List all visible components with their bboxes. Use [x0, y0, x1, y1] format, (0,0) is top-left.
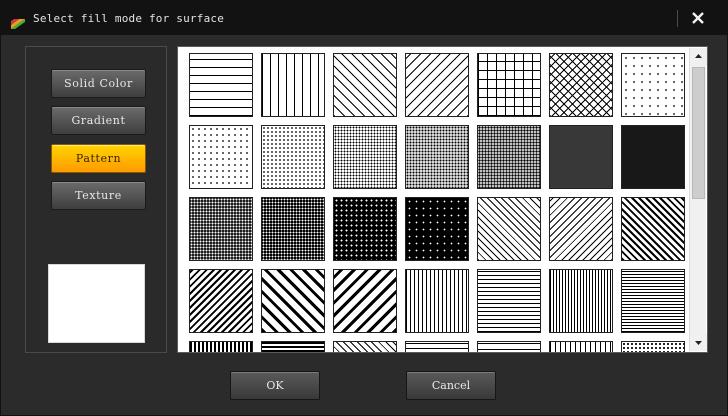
arrow-down-icon	[695, 341, 702, 345]
pattern-swatch-large-grid[interactable]	[477, 53, 541, 117]
pattern-swatch-narrow-horizontal[interactable]	[621, 269, 685, 333]
title-bar[interactable]: Select fill mode for surface	[1, 1, 728, 35]
pattern-swatch-light-vertical[interactable]	[405, 269, 469, 333]
pattern-swatch-percent-30[interactable]	[405, 125, 469, 189]
pattern-swatch-light-upward-diagonal[interactable]	[549, 197, 613, 261]
pattern-swatch-percent-90[interactable]	[405, 197, 469, 261]
pattern-swatch-percent-70[interactable]	[189, 197, 253, 261]
window-title: Select fill mode for surface	[33, 12, 225, 25]
pattern-swatch-light-downward-diagonal[interactable]	[477, 197, 541, 261]
texture-button[interactable]: Texture	[51, 181, 146, 210]
pattern-swatch-dashed-upward-diagonal[interactable]	[405, 341, 469, 352]
pattern-swatch-percent-25[interactable]	[333, 125, 397, 189]
gradient-button[interactable]: Gradient	[51, 106, 146, 135]
fill-mode-dialog: Select fill mode for surface Solid Color…	[0, 0, 728, 416]
cancel-button[interactable]: Cancel	[406, 371, 496, 400]
ok-button[interactable]: OK	[230, 371, 320, 400]
pattern-swatch-light-horizontal[interactable]	[477, 269, 541, 333]
pattern-swatch-percent-50[interactable]	[549, 125, 613, 189]
pattern-swatch-dark-vertical[interactable]	[189, 341, 253, 352]
scroll-down-button[interactable]	[690, 334, 707, 351]
pattern-swatch-wide-downward-diagonal[interactable]	[333, 53, 397, 117]
pattern-swatch-percent-10[interactable]	[189, 125, 253, 189]
pattern-button[interactable]: Pattern	[51, 144, 146, 173]
pattern-swatch-wide-upward-diagonal[interactable]	[405, 53, 469, 117]
arrow-up-icon	[695, 54, 702, 58]
fill-mode-panel: Solid Color Gradient Pattern Texture	[25, 46, 167, 353]
vertical-scrollbar[interactable]	[689, 48, 707, 351]
scrollbar-thumb[interactable]	[692, 67, 705, 199]
pattern-swatch-wide-downward-diagonal-bold[interactable]	[261, 269, 325, 333]
fill-preview	[48, 264, 145, 343]
pattern-swatch-dashed-horizontal[interactable]	[477, 341, 541, 352]
scroll-up-button[interactable]	[690, 48, 707, 65]
pattern-swatch-narrow-vertical[interactable]	[549, 269, 613, 333]
pattern-swatch-dashed-downward-diagonal[interactable]	[333, 341, 397, 352]
palette-icon	[11, 14, 25, 29]
pattern-swatch-dark-downward-diagonal[interactable]	[621, 197, 685, 261]
pattern-swatch-horizontal-lines[interactable]	[189, 53, 253, 117]
pattern-swatch-dark-horizontal[interactable]	[261, 341, 325, 352]
pattern-gallery	[177, 46, 708, 353]
pattern-swatch-small-confetti[interactable]	[621, 341, 685, 352]
pattern-swatch-percent-75[interactable]	[261, 197, 325, 261]
pattern-swatch-percent-40[interactable]	[477, 125, 541, 189]
pattern-swatch-percent-60[interactable]	[621, 125, 685, 189]
close-icon[interactable]	[687, 7, 709, 29]
pattern-swatch-dashed-vertical[interactable]	[549, 341, 613, 352]
pattern-swatch-wide-upward-diagonal-bold[interactable]	[333, 269, 397, 333]
pattern-swatch-percent-80[interactable]	[333, 197, 397, 261]
pattern-swatch-percent-20[interactable]	[261, 125, 325, 189]
solid-color-button[interactable]: Solid Color	[51, 69, 146, 98]
pattern-swatch-dark-upward-diagonal[interactable]	[189, 269, 253, 333]
pattern-swatch-percent-5[interactable]	[621, 53, 685, 117]
pattern-swatch-vertical-lines[interactable]	[261, 53, 325, 117]
title-separator	[677, 10, 678, 27]
pattern-swatch-diagonal-cross[interactable]	[549, 53, 613, 117]
